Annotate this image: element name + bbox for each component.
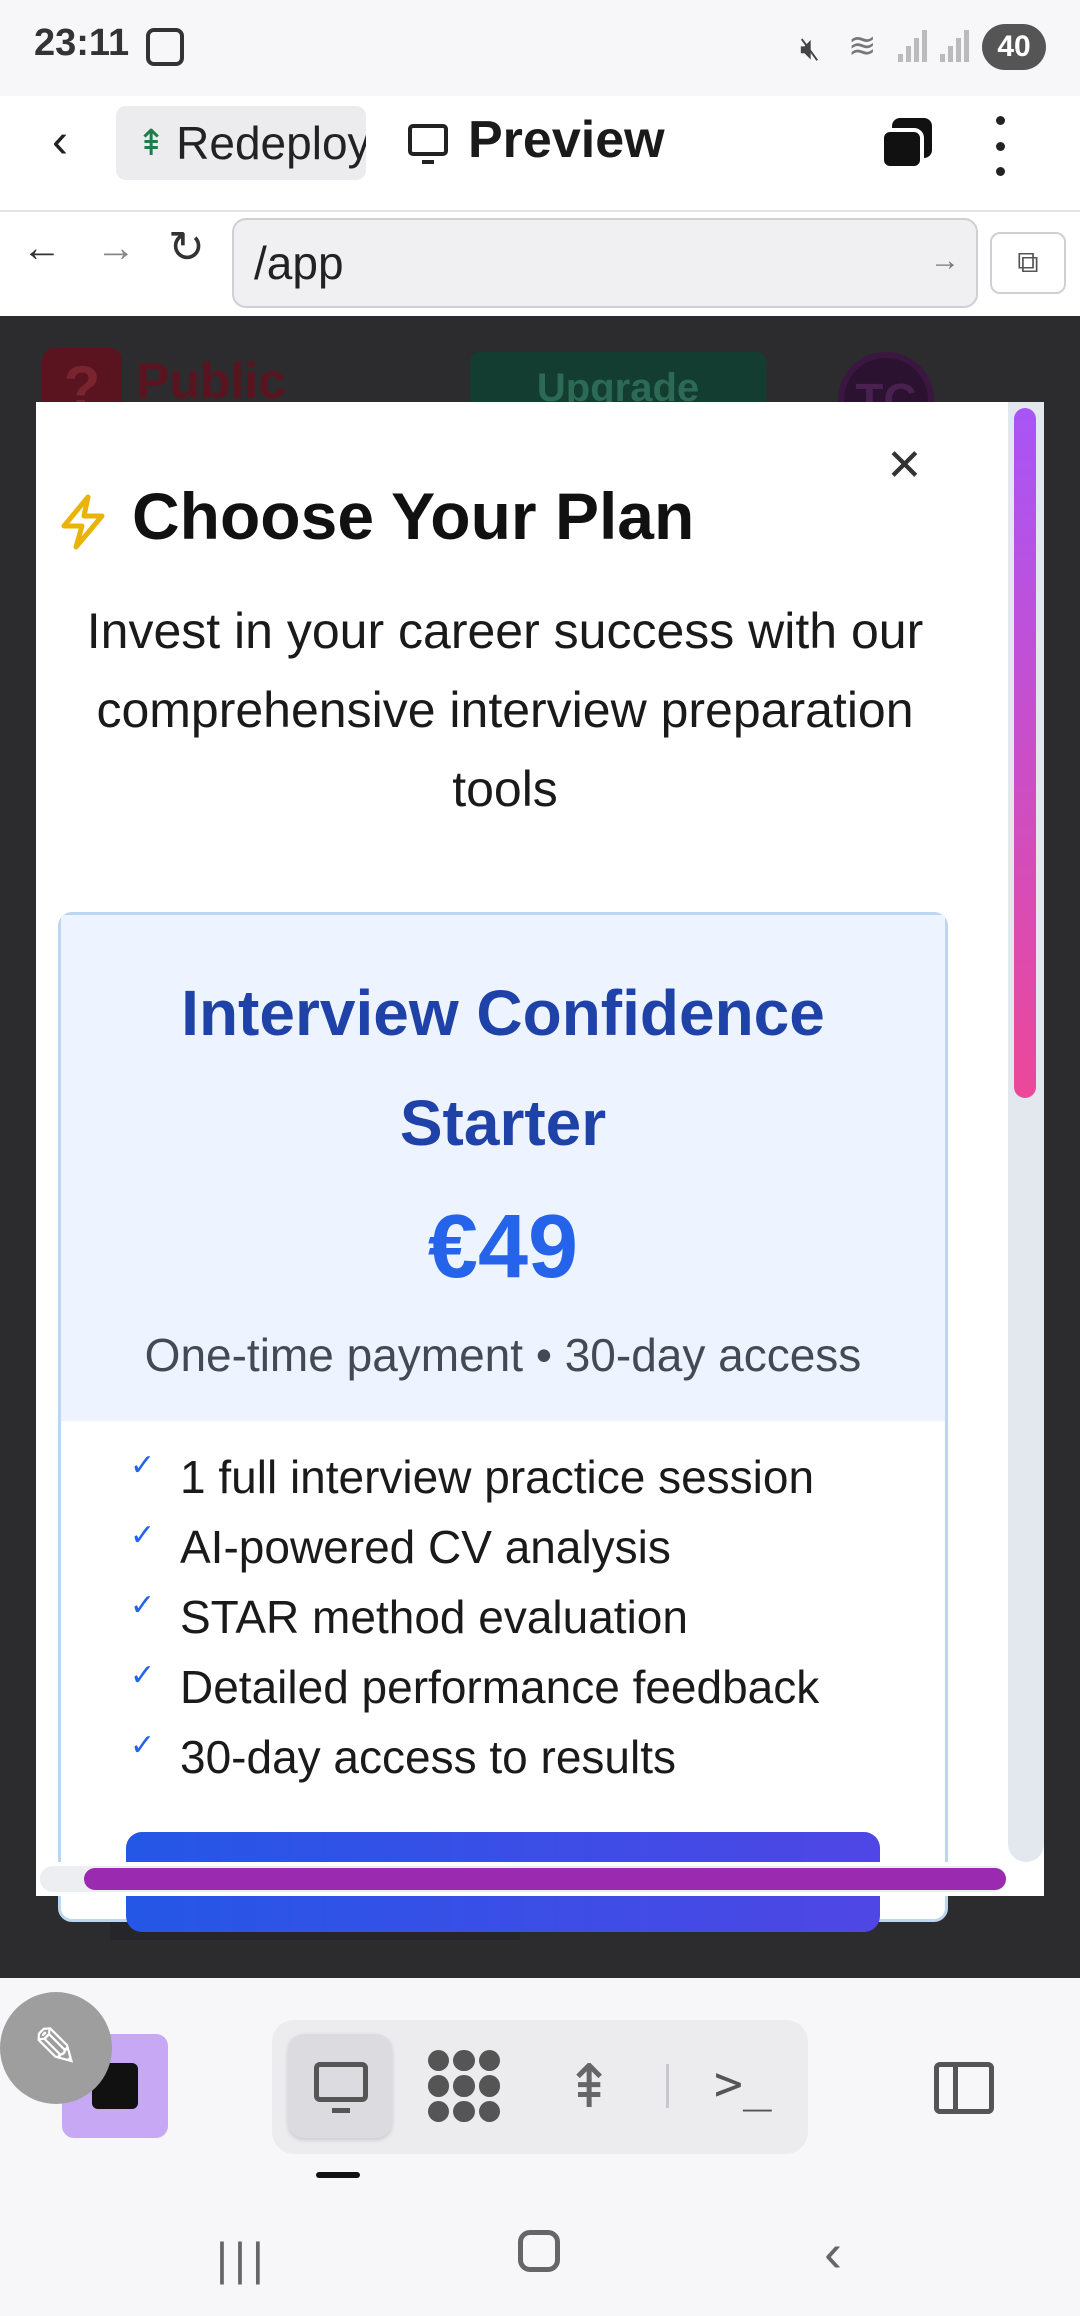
plan-name: Interview Confidence Starter [181,977,825,1159]
feature-item: ✓ Detailed performance feedback [130,1658,820,1714]
screenshot-icon [146,28,184,66]
go-arrow-icon[interactable]: → [930,244,960,278]
back-button[interactable]: ‹ [52,118,100,166]
tabs-button[interactable] [880,118,934,170]
home-button[interactable] [518,2230,560,2272]
feature-item: ✓ STAR method evaluation [130,1588,688,1644]
lightning-icon [58,494,108,555]
project-chip[interactable]: ⇞ Redeploy [116,106,366,180]
feature-item: ✓ 1 full interview practice session [130,1448,815,1504]
check-icon: ✓ [130,1588,156,1622]
wifi-icon: ≋ [848,27,877,65]
vertical-scrollbar-thumb[interactable] [1014,408,1036,1098]
nav-back-button[interactable]: ← [22,226,62,271]
url-text: /app [254,237,344,289]
desktop-view-button[interactable] [288,2034,392,2138]
close-button[interactable]: ✕ [886,440,923,491]
monitor-icon [314,2062,368,2102]
modal-title: Choose Your Plan [132,479,695,553]
panel-toggle-button[interactable] [934,2062,994,2114]
deploy-view-button[interactable]: ⇞ [564,2052,614,2122]
toolbar-divider [666,2064,669,2108]
battery-badge: 40 [982,24,1046,70]
deploy-icon: ⇞ [136,122,167,163]
reload-button[interactable]: ↻ [168,222,205,273]
nav-forward-button[interactable]: → [96,226,136,271]
plan-price: €49 [427,1197,579,1297]
url-input[interactable]: /app → [232,218,978,308]
feature-item: ✓ AI-powered CV analysis [130,1518,671,1574]
active-view-indicator [316,2172,360,2178]
modal-subtitle: Invest in your career success with our c… [86,603,924,817]
open-external-button[interactable]: ⧉ [990,232,1066,294]
check-icon: ✓ [130,1518,156,1552]
monitor-icon [408,124,448,164]
recents-button[interactable]: ||| [216,2232,270,2286]
signal-icon [898,28,932,62]
feature-item: ✓ 30-day access to results [130,1728,677,1784]
check-icon: ✓ [130,1658,156,1692]
workflow-view-button[interactable] [428,2050,500,2122]
check-icon: ✓ [130,1728,156,1762]
terminal-button[interactable]: >_ [714,2056,772,2112]
status-time: 23:11 [34,22,130,64]
system-back-button[interactable]: ‹ [824,2222,842,2284]
project-chip-label: Redeploy [176,117,366,169]
horizontal-scrollbar-thumb[interactable] [84,1868,1006,1890]
check-icon: ✓ [130,1448,156,1482]
page-title: Preview [468,111,665,169]
mute-icon: 🔇︎ [800,30,821,66]
signal-icon [940,28,974,62]
more-menu-button[interactable] [990,116,1010,176]
edit-pencil-button[interactable]: ✎ [0,1992,112,2104]
plan-terms: One-time payment • 30-day access [144,1329,862,1381]
